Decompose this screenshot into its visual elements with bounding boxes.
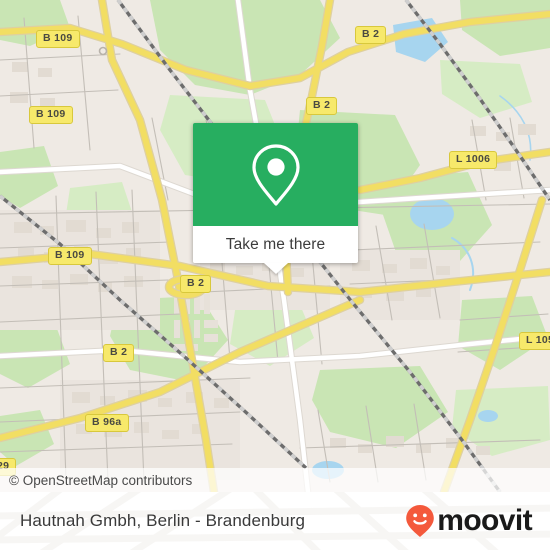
road-shield: B 109 <box>29 106 73 124</box>
footer-bar: Hautnah Gmbh, Berlin - Brandenburg moovi… <box>0 492 550 550</box>
map-pin-icon <box>251 143 300 206</box>
moovit-wordmark: moovit <box>437 504 532 537</box>
take-me-there-button[interactable]: Take me there <box>193 226 358 274</box>
popup-header <box>193 123 358 226</box>
road-shield: B 2 <box>355 26 387 44</box>
take-me-there-label: Take me there <box>225 235 326 253</box>
footer-content: Hautnah Gmbh, Berlin - Brandenburg moovi… <box>0 492 550 550</box>
road-shield: B 2 <box>103 344 135 362</box>
popup-tail <box>263 263 288 274</box>
road-shield: L 105 <box>519 332 550 350</box>
road-shield: B 109 <box>36 30 80 48</box>
map-screenshot-root: .park { fill:#c9e5b4; } .park2 { fill:#d… <box>0 0 550 550</box>
map-canvas[interactable]: .park { fill:#c9e5b4; } .park2 { fill:#d… <box>0 0 550 492</box>
road-shield: B 2 <box>180 275 212 293</box>
road-shield: L 1006 <box>449 151 498 169</box>
map-attribution-bar: © OpenStreetMap contributors <box>0 468 550 492</box>
moovit-logo[interactable]: moovit <box>405 504 533 538</box>
road-shield: B 96a <box>85 414 129 432</box>
location-popup[interactable]: Take me there <box>193 123 358 274</box>
road-shield: B 109 <box>48 247 92 265</box>
moovit-smiley-pin-icon <box>406 505 435 537</box>
attribution-text[interactable]: © OpenStreetMap contributors <box>0 473 192 488</box>
road-shield: B 2 <box>306 97 338 115</box>
page-title: Hautnah Gmbh, Berlin - Brandenburg <box>20 511 306 530</box>
